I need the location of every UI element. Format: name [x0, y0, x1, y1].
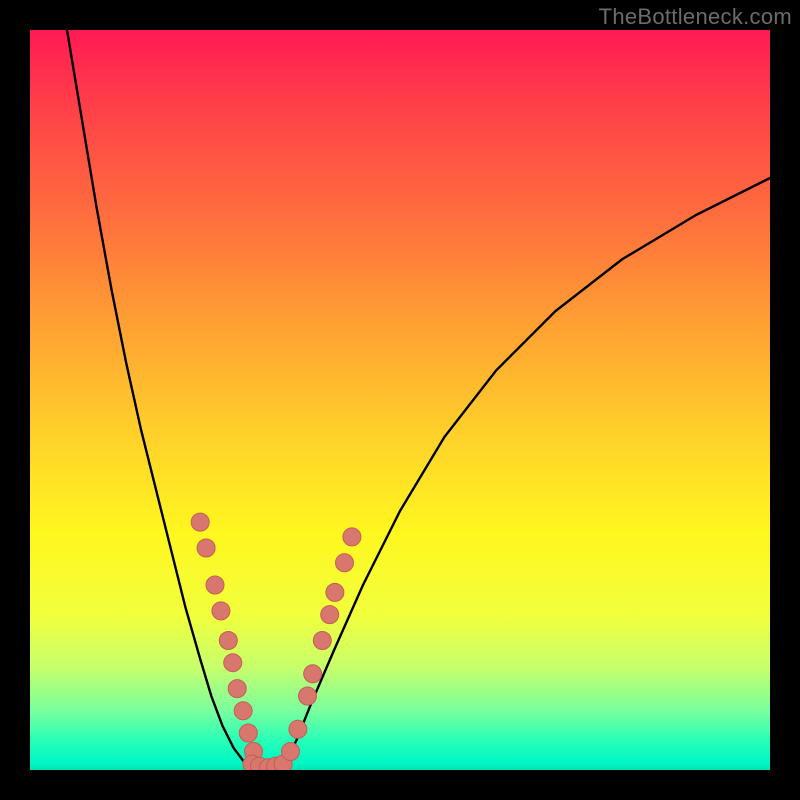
data-marker	[191, 513, 209, 531]
data-marker	[224, 654, 242, 672]
data-marker	[343, 528, 361, 546]
data-marker	[197, 539, 215, 557]
data-marker	[212, 602, 230, 620]
data-marker	[281, 743, 299, 761]
data-marker	[313, 632, 331, 650]
data-marker	[228, 680, 246, 698]
data-marker	[234, 702, 252, 720]
bottleneck-curve	[67, 30, 770, 770]
data-marker	[299, 687, 317, 705]
marker-group	[191, 513, 361, 770]
data-marker	[239, 724, 257, 742]
data-marker	[321, 606, 339, 624]
curve-group	[67, 30, 770, 770]
data-marker	[326, 583, 344, 601]
data-marker	[336, 554, 354, 572]
data-marker	[289, 720, 307, 738]
data-marker	[219, 632, 237, 650]
plot-area	[30, 30, 770, 770]
watermark-text: TheBottleneck.com	[599, 4, 792, 30]
data-marker	[304, 665, 322, 683]
data-marker	[206, 576, 224, 594]
chart-frame: TheBottleneck.com	[0, 0, 800, 800]
chart-svg	[30, 30, 770, 770]
